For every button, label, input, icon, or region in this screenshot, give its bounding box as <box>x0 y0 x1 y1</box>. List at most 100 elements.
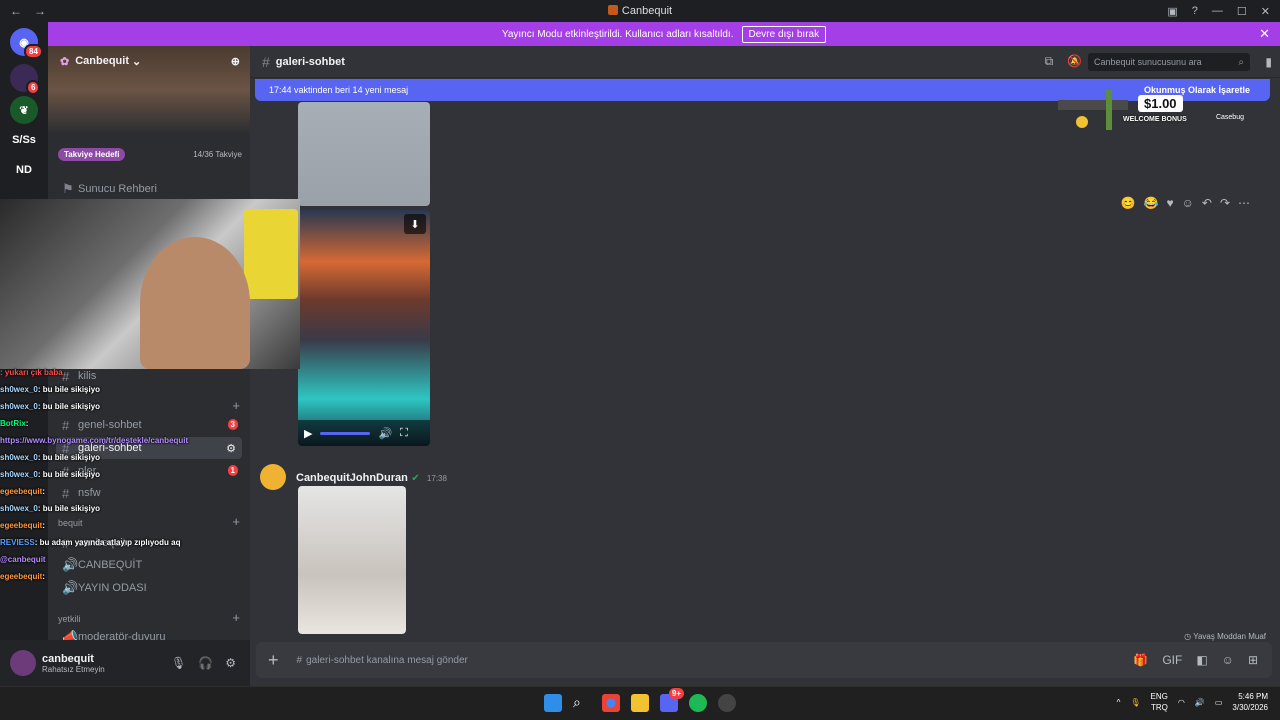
language-indicator[interactable]: ENG TRQ <box>1151 691 1168 713</box>
server-guide[interactable]: ⚑ Sunucu Rehberi <box>56 178 242 200</box>
disable-streamer-mode-button[interactable]: Devre dışı bırak <box>741 25 827 43</box>
server-icon-2[interactable]: ❦ <box>10 96 38 124</box>
file-explorer-icon[interactable] <box>631 694 649 712</box>
settings-gear-icon[interactable]: ⚙ <box>225 656 236 670</box>
inbox-icon[interactable]: ▣ <box>1167 5 1177 18</box>
volume-icon[interactable]: 🔊 <box>378 427 392 440</box>
clock-date: 3/30/2026 <box>1232 703 1268 712</box>
hash-icon: # <box>262 53 270 70</box>
headphones-icon[interactable]: 🎧 <box>198 656 213 670</box>
message-input[interactable]: + # galeri-sohbet kanalına mesaj gönder … <box>256 642 1272 678</box>
download-icon[interactable]: ⬇ <box>404 214 426 234</box>
search-placeholder: Canbequit sunucusunu ara <box>1094 57 1202 67</box>
notification-bell-icon[interactable]: 🔕 <box>1067 54 1082 69</box>
slowmode-indicator: ◷ Yavaş Moddan Muaf <box>1184 632 1266 641</box>
add-channel-icon[interactable]: + <box>232 514 240 529</box>
ad-brand: Casebug <box>1215 114 1244 121</box>
chrome-icon[interactable] <box>602 694 620 712</box>
reply-icon[interactable]: ↶ <box>1202 196 1212 210</box>
threads-icon[interactable]: ⧉ <box>1045 54 1054 69</box>
server-icon-nd[interactable]: ND <box>10 156 38 184</box>
image-attachment[interactable] <box>298 102 430 206</box>
user-panel: canbequit Rahatsız Etmeyin 🎙 🎧 ⚙ <box>0 640 250 686</box>
add-attachment-icon[interactable]: + <box>268 650 279 671</box>
unread-badge: 3 <box>227 419 238 430</box>
wifi-icon[interactable]: ◠ <box>1178 698 1185 707</box>
category-yetkili[interactable]: yetkili <box>58 614 81 624</box>
chat-text: : bu bile sikişiyo <box>37 470 101 479</box>
close-window-button[interactable]: ✕ <box>1261 5 1270 18</box>
server-icon-sss[interactable]: S/Ss <box>10 126 38 154</box>
dm-badge: 84 <box>24 44 43 59</box>
clock[interactable]: 5:46 PM 3/30/2026 <box>1232 691 1268 713</box>
chat-line: sh0wex_0: bu bile sikişiyo <box>0 500 218 517</box>
message-placeholder: galeri-sohbet kanalına mesaj gönder <box>306 654 468 666</box>
battery-icon[interactable]: ▭ <box>1215 698 1223 707</box>
volume-icon[interactable]: 🔊 <box>1195 698 1205 707</box>
channel-moderator-duyuru[interactable]: 📣 moderatör-duyuru <box>56 626 242 640</box>
avatar[interactable] <box>260 464 286 490</box>
chat-text: : <box>42 487 45 496</box>
minimize-button[interactable]: — <box>1212 5 1223 17</box>
microphone-icon[interactable]: 🎙 <box>171 656 186 670</box>
chat-area: # galeri-sohbet ⧉ 🔕 📌 👥 Canbequit sunucu… <box>250 46 1280 686</box>
chat-text: : bu bile sikişiyo <box>37 453 101 462</box>
chat-line: egeebequit: <box>0 568 218 585</box>
lang-primary: ENG <box>1150 692 1168 701</box>
video-attachment[interactable]: ⬇ ▶ 🔊 ⛶ <box>298 210 430 446</box>
hash-icon: # <box>296 654 303 666</box>
discord-icon[interactable]: 9+ <box>660 688 684 712</box>
apps-icon[interactable]: ⊞ <box>1248 653 1258 667</box>
heart-reaction-icon[interactable]: ♥ <box>1166 196 1173 210</box>
add-channel-icon[interactable]: + <box>232 610 240 625</box>
more-options-icon[interactable]: ⋯ <box>1238 196 1250 210</box>
message-author[interactable]: CanbequitJohnDuran <box>296 472 408 484</box>
inbox-icon[interactable]: ▮ <box>1265 55 1272 69</box>
search-input[interactable]: Canbequit sunucusunu ara ⌕ <box>1088 53 1250 71</box>
jersey-image <box>244 209 298 299</box>
clock-time: 5:46 PM <box>1238 692 1268 701</box>
server-header[interactable]: ✿ Canbequit ⌄ ⊕ <box>48 46 250 76</box>
settings-gear-icon[interactable]: ⚙ <box>226 442 236 455</box>
spotify-icon[interactable] <box>689 694 707 712</box>
forward-icon[interactable]: ↷ <box>1220 196 1230 210</box>
help-icon[interactable]: ? <box>1192 5 1198 17</box>
boost-goal[interactable]: Takviye Hedefi 14/36 Takviye <box>58 146 242 162</box>
avatar[interactable] <box>10 650 36 676</box>
sticker-icon[interactable]: ◧ <box>1196 653 1207 667</box>
emoji-reaction-icon[interactable]: 😊 <box>1121 196 1136 210</box>
emoji-icon[interactable]: ☺ <box>1222 653 1234 667</box>
invite-icon[interactable]: ⊕ <box>231 55 240 68</box>
webcam-overlay <box>0 199 300 369</box>
gif-icon[interactable]: GIF <box>1162 653 1182 667</box>
streamer-face <box>140 237 250 369</box>
server-icon-1[interactable]: 6 <box>10 64 41 95</box>
obs-icon[interactable] <box>718 694 736 712</box>
chat-username: egeebequit <box>0 572 43 581</box>
chat-text: : bu bile sikişiyo <box>37 402 101 411</box>
back-arrow-icon[interactable]: ← <box>10 4 22 18</box>
fullscreen-icon[interactable]: ⛶ <box>400 427 408 440</box>
direct-messages-button[interactable]: ◉ 84 <box>10 28 43 59</box>
chat-username: egeebequit <box>0 521 43 530</box>
windows-start-icon[interactable] <box>544 694 562 712</box>
chat-line: sh0wex_0: bu bile sikişiyo <box>0 449 218 466</box>
maximize-button[interactable]: ☐ <box>1237 5 1247 18</box>
server-name: Canbequit <box>75 55 129 67</box>
gift-icon[interactable]: 🎁 <box>1133 653 1148 667</box>
streamer-mode-banner: Yayıncı Modu etkinleştirildi. Kullanıcı … <box>48 22 1280 46</box>
image-attachment[interactable] <box>298 486 406 634</box>
add-reaction-icon[interactable]: ☺ <box>1182 196 1194 210</box>
forward-arrow-icon[interactable]: → <box>34 4 46 18</box>
search-icon[interactable]: ⌕ <box>573 694 591 712</box>
laugh-reaction-icon[interactable]: 😂 <box>1144 196 1159 210</box>
add-channel-icon[interactable]: + <box>232 398 240 413</box>
chat-line: @canbequit <box>0 551 218 568</box>
gun-icon <box>1058 90 1128 130</box>
banner-close-icon[interactable]: ✕ <box>1259 26 1270 42</box>
chat-username: sh0wex_0 <box>0 470 38 479</box>
chevron-up-icon[interactable]: ^ <box>1117 698 1121 707</box>
video-progress[interactable] <box>320 431 371 435</box>
microphone-icon[interactable]: 🎙 <box>1130 698 1140 707</box>
play-icon[interactable]: ▶ <box>304 427 312 440</box>
